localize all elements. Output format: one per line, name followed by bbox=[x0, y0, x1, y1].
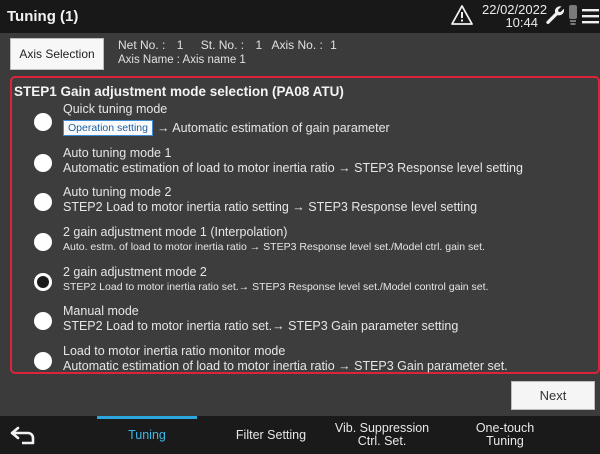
step1-panel: STEP1 Gain adjustment mode selection (PA… bbox=[10, 76, 600, 374]
radio-button[interactable] bbox=[34, 193, 52, 211]
bulb-icon[interactable] bbox=[567, 4, 579, 26]
option-label: Auto tuning mode 2 bbox=[63, 185, 172, 199]
net-no-label: Net No. : bbox=[118, 38, 166, 52]
axis-name: Axis Name : Axis name 1 bbox=[118, 54, 246, 66]
option-auto-tuning-2[interactable]: Auto tuning mode 2 STEP2 Load to motor i… bbox=[12, 185, 598, 225]
option-label: Quick tuning mode bbox=[63, 102, 168, 116]
time-text: 10:44 bbox=[505, 15, 538, 30]
axis-no-label: Axis No. : bbox=[271, 38, 323, 52]
option-manual-mode[interactable]: Manual mode STEP2 Load to motor inertia … bbox=[12, 304, 598, 344]
bottom-nav: Tuning Filter Setting Vib. Suppression C… bbox=[0, 416, 600, 454]
tab-label-line: Ctrl. Set. bbox=[357, 434, 407, 448]
datetime: 22/02/2022 10:44 bbox=[482, 3, 547, 30]
radio-button[interactable] bbox=[34, 233, 52, 251]
option-desc: STEP2 Load to motor inertia ratio settin… bbox=[63, 200, 478, 214]
option-inertia-monitor[interactable]: Load to motor inertia ratio monitor mode… bbox=[12, 344, 598, 384]
axis-selection-button[interactable]: Axis Selection bbox=[10, 38, 104, 70]
option-2-gain-mode-2[interactable]: 2 gain adjustment mode 2 STEP2 Load to m… bbox=[12, 265, 598, 305]
radio-button-selected[interactable] bbox=[34, 273, 52, 291]
option-label: Auto tuning mode 1 bbox=[63, 146, 172, 160]
option-desc: Automatic estimation of load to motor in… bbox=[63, 359, 508, 373]
option-desc: Automatic estimation of load to motor in… bbox=[63, 161, 523, 175]
radio-button[interactable] bbox=[34, 312, 52, 330]
st-no-value: 1 bbox=[255, 38, 263, 52]
menu-icon[interactable] bbox=[581, 7, 600, 25]
axis-numbers: Net No. : 1 St. No. : 1 Axis No. : 1 bbox=[118, 38, 337, 52]
tab-tuning[interactable]: Tuning bbox=[97, 416, 197, 454]
axis-no-value: 1 bbox=[330, 38, 337, 52]
back-arrow-icon[interactable] bbox=[10, 425, 36, 445]
page-title: Tuning (1) bbox=[7, 8, 79, 25]
radio-button[interactable] bbox=[34, 113, 52, 131]
tab-label-line: Tuning bbox=[486, 434, 524, 448]
st-no-label: St. No. : bbox=[200, 38, 245, 52]
option-desc: Operation setting → Automatic estimation … bbox=[63, 120, 390, 136]
radio-button[interactable] bbox=[34, 352, 52, 370]
option-label: 2 gain adjustment mode 1 (Interpolation) bbox=[63, 225, 288, 239]
option-label: Manual mode bbox=[63, 304, 139, 318]
warning-icon[interactable] bbox=[451, 5, 473, 25]
tab-vib-suppression[interactable]: Vib. Suppression Ctrl. Set. bbox=[330, 416, 434, 454]
next-button[interactable]: Next bbox=[511, 381, 595, 410]
option-auto-tuning-1[interactable]: Auto tuning mode 1 Automatic estimation … bbox=[12, 146, 598, 186]
option-desc-text: → Automatic estimation of gain parameter bbox=[156, 121, 390, 135]
net-no-value: 1 bbox=[176, 38, 184, 52]
step-title: STEP1 Gain adjustment mode selection (PA… bbox=[14, 84, 344, 99]
option-label: Load to motor inertia ratio monitor mode bbox=[63, 344, 286, 358]
option-desc: STEP2 Load to motor inertia ratio set.→ … bbox=[63, 281, 489, 293]
title-bar: Tuning (1) 22/02/2022 10:44 bbox=[0, 0, 600, 33]
option-quick-tuning[interactable]: Quick tuning mode Operation setting → Aut… bbox=[12, 102, 598, 142]
option-label: 2 gain adjustment mode 2 bbox=[63, 265, 207, 279]
radio-button[interactable] bbox=[34, 154, 52, 172]
wrench-icon[interactable] bbox=[544, 4, 566, 26]
option-desc: Auto. estm. of load to motor inertia rat… bbox=[63, 241, 485, 253]
tab-one-touch-tuning[interactable]: One-touch Tuning bbox=[452, 416, 558, 454]
option-2-gain-mode-1[interactable]: 2 gain adjustment mode 1 (Interpolation)… bbox=[12, 225, 598, 265]
operation-setting-button[interactable]: Operation setting bbox=[63, 120, 153, 136]
tab-filter-setting[interactable]: Filter Setting bbox=[220, 416, 322, 454]
option-desc: STEP2 Load to motor inertia ratio set.→ … bbox=[63, 319, 459, 333]
